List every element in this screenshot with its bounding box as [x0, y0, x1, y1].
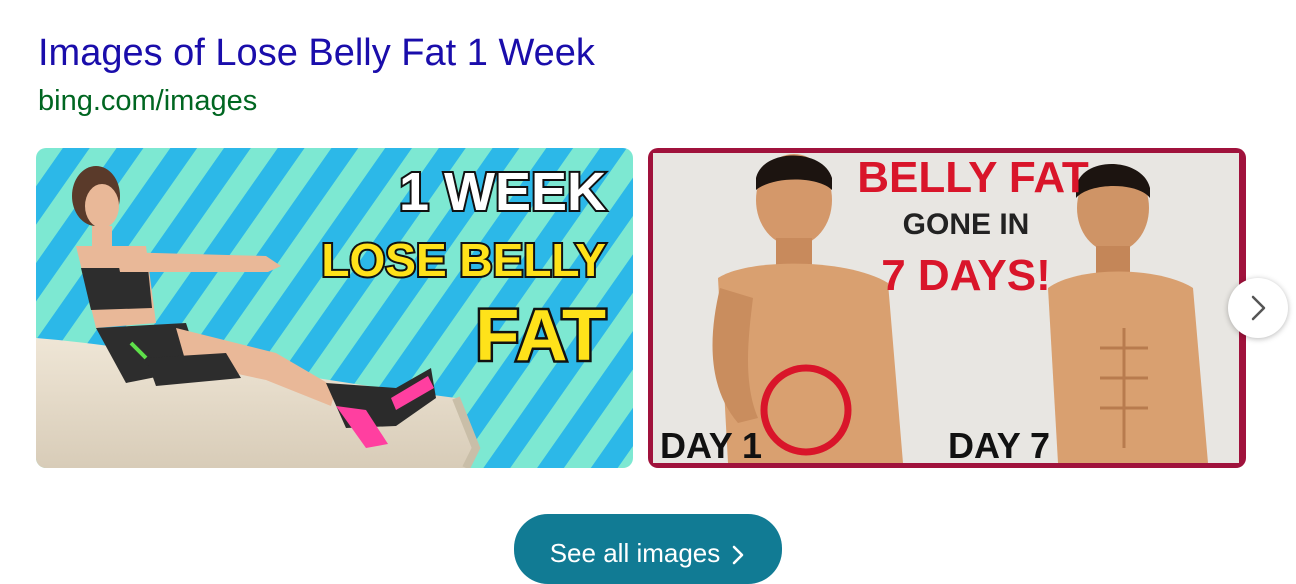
see-all-images-label: See all images — [549, 538, 721, 568]
image-2-day-7: DAY 7 — [948, 425, 1050, 466]
chevron-right-icon — [732, 545, 744, 565]
result-title-link[interactable]: Images of Lose Belly Fat 1 Week — [38, 30, 595, 76]
image-1-line-1: 1 WEEK — [399, 162, 606, 222]
image-2-line-1: BELLY FAT — [857, 153, 1089, 202]
image-results-card: Images of Lose Belly Fat 1 Week bing.com… — [0, 0, 1296, 584]
image-2-illustration: BELLY FAT GONE IN 7 DAYS! DAY 1 DAY 7 — [648, 148, 1246, 468]
result-url: bing.com/images — [38, 85, 258, 117]
image-thumbnail-2[interactable]: BELLY FAT GONE IN 7 DAYS! DAY 1 DAY 7 — [648, 148, 1246, 468]
image-1-illustration: 1 WEEK LOSE BELLY FAT — [36, 148, 633, 468]
image-thumbnail-1[interactable]: 1 WEEK LOSE BELLY FAT — [36, 148, 633, 468]
image-2-line-3: 7 DAYS! — [881, 251, 1051, 300]
image-2-line-2: GONE IN — [903, 208, 1030, 241]
image-1-line-2: LOSE BELLY — [321, 234, 606, 286]
carousel-next-button[interactable] — [1228, 278, 1288, 338]
image-2-day-1: DAY 1 — [660, 425, 762, 466]
see-all-images-button[interactable]: See all images — [514, 514, 782, 584]
chevron-right-icon — [1251, 295, 1266, 321]
image-1-line-3: FAT — [475, 296, 606, 376]
